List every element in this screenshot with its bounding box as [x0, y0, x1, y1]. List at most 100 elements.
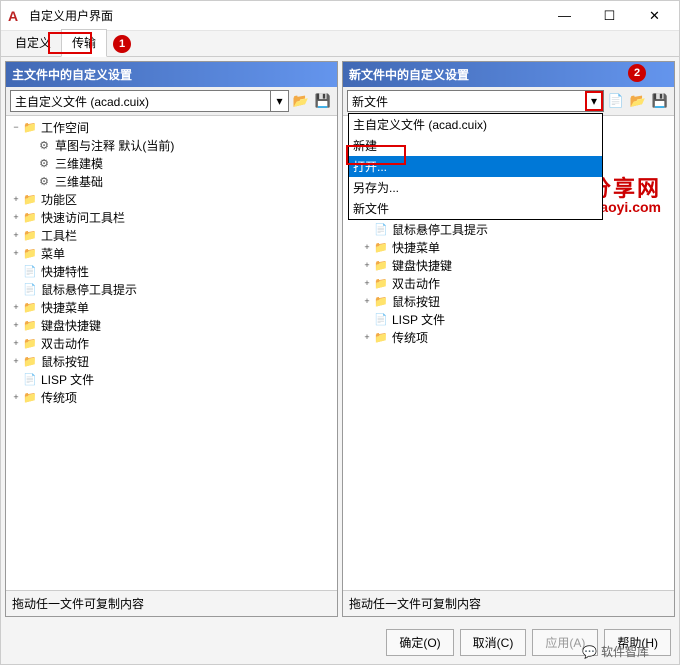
maximize-button[interactable]: ☐ — [587, 2, 632, 30]
minimize-button[interactable]: — — [542, 2, 587, 30]
expand-icon[interactable]: + — [10, 392, 22, 402]
tree-row[interactable]: +📁快捷菜单 — [8, 298, 335, 316]
tab-transfer[interactable]: 传输 — [61, 29, 107, 57]
folder-icon: 📁 — [373, 331, 389, 344]
tree-label: LISP 文件 — [392, 311, 445, 328]
save-icon[interactable]: 💾 — [650, 91, 670, 111]
window-controls: — ☐ ✕ — [542, 2, 677, 30]
folder-icon: 📁 — [373, 259, 389, 272]
tree-row[interactable]: +📁鼠标按钮 — [345, 292, 672, 310]
tree-label: 鼠标悬停工具提示 — [392, 221, 488, 238]
tree-label: 草图与注释 默认(当前) — [55, 137, 174, 154]
ok-button[interactable]: 确定(O) — [386, 629, 453, 656]
combo-dropdown[interactable]: 主自定义文件 (acad.cuix) 新建 打开... 另存为... 新文件 — [348, 113, 603, 220]
tree-row[interactable]: 📄LISP 文件 — [345, 310, 672, 328]
page-icon: 📄 — [373, 223, 389, 236]
main-window: A 自定义用户界面 — ☐ ✕ 自定义 传输 1 主文件中的自定义设置 主自定义… — [0, 0, 680, 665]
expand-icon[interactable]: + — [361, 278, 373, 288]
right-combo-row: 新文件 ▾ 主自定义文件 (acad.cuix) 新建 打开... 另存为...… — [343, 87, 674, 116]
folder-icon: 📁 — [373, 241, 389, 254]
tree-label: 快捷菜单 — [41, 299, 89, 316]
folder-icon: 📁 — [22, 301, 38, 314]
left-file-combo[interactable]: 主自定义文件 (acad.cuix) ▾ — [10, 90, 289, 112]
expand-icon[interactable]: + — [361, 296, 373, 306]
tree-label: 传统项 — [41, 389, 77, 406]
tree-label: 双击动作 — [41, 335, 89, 352]
expand-icon[interactable]: + — [10, 338, 22, 348]
right-status: 拖动任一文件可复制内容 — [343, 590, 674, 616]
app-icon: A — [3, 6, 23, 26]
tab-custom[interactable]: 自定义 — [5, 30, 61, 56]
expand-icon[interactable]: + — [10, 212, 22, 222]
tree-label: 键盘快捷键 — [41, 317, 101, 334]
right-combo-value: 新文件 — [352, 93, 388, 110]
tree-row[interactable]: 📄鼠标悬停工具提示 — [345, 220, 672, 238]
tree-row[interactable]: +📁双击动作 — [345, 274, 672, 292]
tree-row[interactable]: −📁工作空间 — [8, 118, 335, 136]
left-panel: 主文件中的自定义设置 主自定义文件 (acad.cuix) ▾ 📂 💾 −📁工作… — [5, 61, 338, 617]
callout-1: 1 — [113, 35, 131, 53]
folder-icon: 📁 — [22, 193, 38, 206]
expand-icon[interactable]: + — [361, 332, 373, 342]
open-icon[interactable]: 📂 — [628, 91, 648, 111]
expand-icon[interactable]: + — [10, 302, 22, 312]
left-combo-row: 主自定义文件 (acad.cuix) ▾ 📂 💾 — [6, 87, 337, 116]
tree-row[interactable]: +📁功能区 — [8, 190, 335, 208]
tree-row[interactable]: +📁传统项 — [8, 388, 335, 406]
right-combo-chevron-icon[interactable]: ▾ — [585, 91, 603, 111]
tree-row[interactable]: ⚙草图与注释 默认(当前) — [8, 136, 335, 154]
dropdown-item-open[interactable]: 打开... — [349, 156, 602, 177]
folder-icon: 📁 — [22, 247, 38, 260]
tree-row[interactable]: +📁快速访问工具栏 — [8, 208, 335, 226]
tree-row[interactable]: ⚙三维建模 — [8, 154, 335, 172]
dropdown-item-main[interactable]: 主自定义文件 (acad.cuix) — [349, 114, 602, 135]
page-icon: 📄 — [22, 265, 38, 278]
expand-icon[interactable]: + — [10, 248, 22, 258]
tree-row[interactable]: 📄LISP 文件 — [8, 370, 335, 388]
tree-label: 传统项 — [392, 329, 428, 346]
left-combo-value: 主自定义文件 (acad.cuix) — [15, 93, 149, 110]
expand-icon[interactable]: + — [10, 230, 22, 240]
expand-icon[interactable]: + — [10, 320, 22, 330]
right-file-combo[interactable]: 新文件 ▾ 主自定义文件 (acad.cuix) 新建 打开... 另存为...… — [347, 90, 604, 112]
tree-label: 键盘快捷键 — [392, 257, 452, 274]
folder-icon: 📁 — [22, 121, 38, 134]
left-tree[interactable]: −📁工作空间 ⚙草图与注释 默认(当前) ⚙三维建模 ⚙三维基础 +📁功能区 +… — [6, 116, 337, 590]
open-icon[interactable]: 📂 — [291, 91, 311, 111]
wechat-overlay: 💬 软件智库 — [582, 643, 649, 660]
folder-icon: 📁 — [22, 355, 38, 368]
tree-row[interactable]: +📁菜单 — [8, 244, 335, 262]
new-icon[interactable]: 📄 — [606, 91, 626, 111]
dropdown-item-saveas[interactable]: 另存为... — [349, 177, 602, 198]
dropdown-item-new[interactable]: 新建 — [349, 135, 602, 156]
expand-icon[interactable]: + — [361, 242, 373, 252]
tree-row[interactable]: +📁键盘快捷键 — [345, 256, 672, 274]
tree-label: 菜单 — [41, 245, 65, 262]
expand-icon[interactable]: + — [10, 194, 22, 204]
save-icon[interactable]: 💾 — [313, 91, 333, 111]
right-panel-header: 新文件中的自定义设置 2 — [343, 62, 674, 87]
left-combo-chevron-icon[interactable]: ▾ — [270, 91, 288, 111]
tree-label: 功能区 — [41, 191, 77, 208]
close-button[interactable]: ✕ — [632, 2, 677, 30]
tree-row[interactable]: +📁键盘快捷键 — [8, 316, 335, 334]
dropdown-item-newfile[interactable]: 新文件 — [349, 198, 602, 219]
tree-label: LISP 文件 — [41, 371, 94, 388]
folder-icon: 📁 — [373, 295, 389, 308]
collapse-icon[interactable]: − — [10, 122, 22, 132]
tree-row[interactable]: +📁工具栏 — [8, 226, 335, 244]
tree-label: 快速访问工具栏 — [41, 209, 125, 226]
cancel-button[interactable]: 取消(C) — [460, 629, 527, 656]
gear-icon: ⚙ — [36, 175, 52, 188]
expand-icon[interactable]: + — [10, 356, 22, 366]
tree-row[interactable]: 📄快捷特性 — [8, 262, 335, 280]
tree-row[interactable]: +📁传统项 — [345, 328, 672, 346]
tree-row[interactable]: +📁双击动作 — [8, 334, 335, 352]
main-area: 主文件中的自定义设置 主自定义文件 (acad.cuix) ▾ 📂 💾 −📁工作… — [1, 57, 679, 621]
expand-icon[interactable]: + — [361, 260, 373, 270]
tree-row[interactable]: +📁鼠标按钮 — [8, 352, 335, 370]
gear-icon: ⚙ — [36, 157, 52, 170]
tree-row[interactable]: ⚙三维基础 — [8, 172, 335, 190]
tree-row[interactable]: +📁快捷菜单 — [345, 238, 672, 256]
tree-row[interactable]: 📄鼠标悬停工具提示 — [8, 280, 335, 298]
